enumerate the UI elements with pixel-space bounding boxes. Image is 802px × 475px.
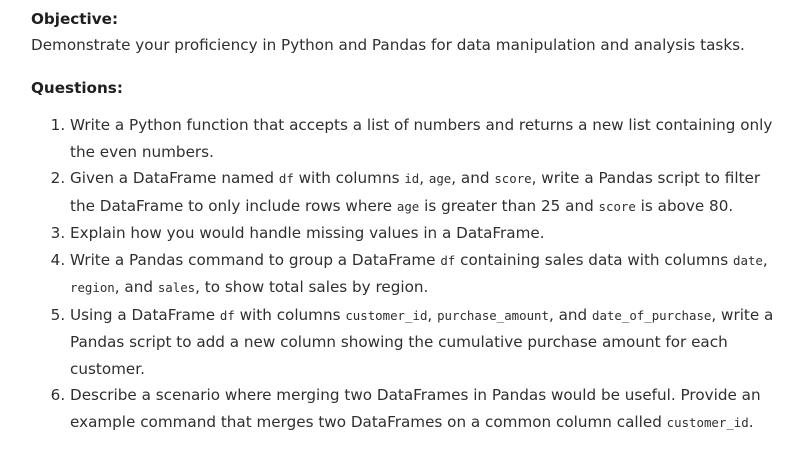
inline-code: age bbox=[428, 171, 452, 186]
inline-code: id bbox=[404, 171, 420, 186]
question-item: Using a DataFrame df with columns custom… bbox=[70, 302, 786, 383]
question-text: with columns bbox=[234, 305, 346, 324]
inline-code: customer_id bbox=[666, 414, 749, 430]
inline-code: df bbox=[219, 307, 235, 323]
question-text: Explain how you would handle missing val… bbox=[70, 224, 545, 242]
question-text: Given a DataFrame named bbox=[70, 169, 279, 187]
question-text: , and bbox=[548, 305, 593, 324]
question-text: containing sales data with columns bbox=[455, 250, 734, 269]
question-text: Describe a scenario where merging two Da… bbox=[70, 386, 761, 431]
inline-code: date_of_purchase bbox=[592, 307, 712, 323]
question-text: with columns bbox=[293, 169, 405, 187]
question-text: , to show total sales by region. bbox=[195, 278, 429, 296]
inline-code: date bbox=[733, 252, 763, 268]
question-text: , and bbox=[451, 169, 495, 187]
inline-code: score bbox=[598, 198, 636, 214]
questions-heading: Questions: bbox=[31, 79, 123, 97]
question-text: Write a Python function that accepts a l… bbox=[70, 116, 773, 161]
question-item: Write a Python function that accepts a l… bbox=[70, 112, 786, 165]
question-item: Explain how you would handle missing val… bbox=[70, 220, 786, 247]
inline-code: score bbox=[494, 171, 532, 186]
question-text: , bbox=[427, 305, 438, 324]
question-text: is greater than 25 and bbox=[419, 196, 599, 215]
inline-code: region bbox=[70, 280, 115, 295]
inline-code: df bbox=[278, 171, 294, 186]
document: Objective: Demonstrate your proficiency … bbox=[0, 0, 802, 436]
questions-list: Write a Python function that accepts a l… bbox=[31, 112, 786, 436]
question-item: Describe a scenario where merging two Da… bbox=[70, 382, 786, 436]
inline-code: df bbox=[440, 252, 456, 268]
objective-heading: Objective: bbox=[31, 10, 119, 28]
question-item: Write a Pandas command to group a DataFr… bbox=[70, 247, 786, 302]
question-text: is above 80. bbox=[635, 196, 734, 215]
inline-code: purchase_amount bbox=[437, 307, 549, 323]
question-text: , bbox=[419, 169, 429, 187]
objective-text: Demonstrate your proficiency in Python a… bbox=[31, 36, 745, 54]
question-text: Using a DataFrame bbox=[70, 305, 220, 324]
question-item: Given a DataFrame named df with columns … bbox=[70, 165, 786, 220]
question-text: , bbox=[762, 250, 768, 269]
inline-code: customer_id bbox=[345, 307, 428, 323]
inline-code: age bbox=[396, 198, 420, 214]
question-text: Write a Pandas command to group a DataFr… bbox=[70, 250, 441, 269]
question-text: . bbox=[748, 412, 754, 431]
inline-code: sales bbox=[157, 280, 196, 295]
question-text: , and bbox=[114, 278, 158, 296]
